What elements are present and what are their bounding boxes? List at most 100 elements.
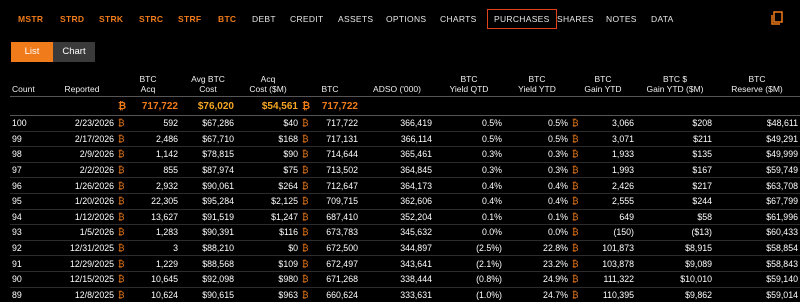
cell-avg-cost: $88,210 [180, 239, 236, 256]
cell-adso: 362,606 [360, 192, 434, 210]
cell-btc-acq: ₿ 1,229 [118, 259, 178, 269]
nav-ticker-strk[interactable]: STRK [99, 14, 123, 24]
nav-link-purchases[interactable]: PURCHASES [487, 9, 557, 29]
chart-view-button[interactable]: Chart [53, 42, 95, 62]
column-header[interactable]: BTC [300, 70, 360, 97]
cell-avg-cost: $90,615 [180, 286, 236, 302]
cell-yield-qtd: (0.8%) [434, 270, 504, 288]
cell-btc-value: 717,131 [326, 133, 358, 144]
cell-adso: 343,641 [360, 255, 434, 272]
table-row[interactable]: 90 12/15/2025 ₿ 10,645 $92,098 $980 ₿ 671,268 33… [10, 270, 800, 288]
table-row[interactable]: 97 2/2/2026 ₿ 855 $87,974 $75 ₿ 713,502 364,845 0… [10, 161, 800, 178]
cell-yield-qtd: 0.1% [434, 208, 504, 225]
cell-gain-ytd-value: 111,322 [603, 274, 635, 285]
total-btc: ₿ 717,722 [302, 100, 358, 112]
column-header[interactable]: Avg BTC Cost [180, 70, 236, 97]
cell-count: 96 [10, 177, 48, 194]
column-header[interactable]: Acq Cost ($M) [236, 70, 300, 97]
column-header[interactable]: BTC Reserve ($M) [714, 70, 800, 97]
btc-symbol-icon: ₿ [302, 227, 309, 238]
cell-acq-cost: $40 [236, 115, 300, 132]
table-row[interactable]: 89 12/8/2025 ₿ 10,624 $90,615 $963 ₿ 660,624 333… [10, 286, 800, 302]
btc-symbol-icon: ₿ [572, 133, 579, 144]
cell-gain-ytd-value: (150) [613, 227, 634, 238]
table-row[interactable]: 98 2/9/2026 ₿ 1,142 $78,815 $90 ₿ 714,644 365,46… [10, 146, 800, 163]
nav-link-charts[interactable]: CHARTS [440, 14, 477, 24]
table-row[interactable]: 95 1/20/2026 ₿ 22,305 $95,284 $2,125 ₿ 709,715 3… [10, 192, 800, 210]
cell-gain-ytd: ₿ 103,878 [572, 259, 634, 269]
purchases-table: Count Reported BTC Acq Avg BTC Cost Acq Cost ($… [10, 70, 800, 302]
cell-acq-cost: $2,125 [236, 192, 300, 210]
nav-ticker-mstr[interactable]: MSTR [18, 14, 43, 24]
column-header[interactable]: ADSO ('000) [360, 70, 434, 97]
table-row[interactable]: 99 2/17/2026 ₿ 2,486 $67,710 $168 ₿ 717,131 366,… [10, 130, 800, 147]
nav-link-debt[interactable]: DEBT [252, 14, 276, 24]
table-row[interactable]: 92 12/31/2025 ₿ 3 $88,210 $0 ₿ 672,500 344,897 (2… [10, 239, 800, 256]
nav-link-notes[interactable]: NOTES [606, 14, 637, 24]
btc-symbol-icon: ₿ [572, 289, 579, 300]
nav-link-shares[interactable]: SHARES [557, 14, 594, 24]
btc-symbol-icon: ₿ [572, 180, 579, 191]
cell-yield-ytd: 0.4% [504, 192, 570, 210]
cell-gain-ytd: ₿ 649 [572, 212, 634, 222]
column-header[interactable]: Reported [48, 70, 116, 97]
cell-yield-ytd: 0.4% [504, 177, 570, 194]
cell-gain-ytd: ₿ 3,066 [572, 118, 634, 128]
list-view-button[interactable]: List [11, 42, 53, 62]
cell-acq-cost: $963 [236, 286, 300, 302]
table-row[interactable]: 96 1/26/2026 ₿ 2,932 $90,061 $264 ₿ 712,647 364,… [10, 177, 800, 194]
cell-btc: ₿ 717,722 [302, 118, 358, 128]
cell-acq-cost: $90 [236, 146, 300, 163]
column-header[interactable]: BTC Gain YTD [570, 70, 636, 97]
btc-symbol-icon: ₿ [118, 227, 125, 238]
cell-btc-value: 672,500 [326, 243, 358, 254]
cell-btc-value: 712,647 [326, 180, 358, 191]
cell-btc: ₿ 717,131 [302, 134, 358, 144]
cell-count: 93 [10, 224, 48, 241]
nav-link-assets[interactable]: ASSETS [338, 14, 373, 24]
cell-avg-cost: $67,286 [180, 115, 236, 132]
column-header[interactable]: BTC Yield YTD [504, 70, 570, 97]
cell-btc-acq: ₿ 13,627 [118, 212, 178, 222]
cell-gain-usd: $10,010 [636, 270, 714, 288]
nav-ticker-strf[interactable]: STRF [178, 14, 201, 24]
table-row[interactable]: 93 1/5/2026 ₿ 1,283 $90,391 $116 ₿ 673,783 345,6… [10, 224, 800, 241]
table-row[interactable]: 94 1/12/2026 ₿ 13,627 $91,519 $1,247 ₿ 687,410 3… [10, 208, 800, 225]
nav-link-data[interactable]: DATA [651, 14, 674, 24]
cell-btc-value: 714,644 [326, 149, 358, 160]
cell-gain-ytd: ₿ 101,873 [572, 243, 634, 253]
column-header[interactable]: BTC Yield QTD [434, 70, 504, 97]
column-header[interactable]: Count [10, 70, 48, 97]
btc-symbol-icon: ₿ [302, 211, 309, 222]
cell-yield-ytd: 0.0% [504, 224, 570, 241]
cell-btc-value: 672,497 [326, 258, 358, 269]
table-row[interactable]: 100 2/23/2026 ₿ 592 $67,286 $40 ₿ 717,722 366,41… [10, 115, 800, 132]
cell-count: 94 [10, 208, 48, 225]
nav-link-options[interactable]: OPTIONS [386, 14, 426, 24]
btc-symbol-icon: ₿ [302, 165, 309, 176]
cell-gain-ytd-value: 1,933 [611, 149, 634, 160]
nav-ticker-strc[interactable]: STRC [139, 14, 163, 24]
cell-gain-usd: $9,089 [636, 255, 714, 272]
column-header[interactable]: BTC $ Gain YTD ($M) [636, 70, 714, 97]
nav-link-credit[interactable]: CREDIT [290, 14, 323, 24]
nav-ticker-btc[interactable]: BTC [218, 14, 236, 24]
cell-gain-ytd: ₿ (150) [572, 227, 634, 237]
cell-gain-ytd-value: 3,066 [611, 118, 634, 129]
table-row[interactable]: 91 12/29/2025 ₿ 1,229 $88,568 $109 ₿ 672,497 343… [10, 255, 800, 272]
btc-symbol-icon: ₿ [118, 180, 125, 191]
cell-btc-acq: ₿ 592 [118, 118, 178, 128]
cell-yield-ytd: 23.2% [504, 255, 570, 272]
cell-yield-qtd: 0.5% [434, 115, 504, 132]
btc-symbol-icon: ₿ [118, 165, 125, 176]
nav-ticker-strd[interactable]: STRD [60, 14, 84, 24]
cell-gain-ytd: ₿ 111,322 [572, 274, 634, 284]
cell-btc-acq: ₿ 2,932 [118, 181, 178, 191]
copy-icon[interactable] [770, 11, 784, 25]
cell-avg-cost: $88,568 [180, 255, 236, 272]
cell-gain-ytd-value: 101,873 [602, 243, 634, 254]
cell-yield-qtd: 0.3% [434, 161, 504, 178]
cell-btc-acq: ₿ 3 [118, 243, 178, 253]
cell-gain-ytd: ₿ 110,395 [572, 290, 634, 300]
column-header[interactable]: BTC Acq [116, 70, 180, 97]
